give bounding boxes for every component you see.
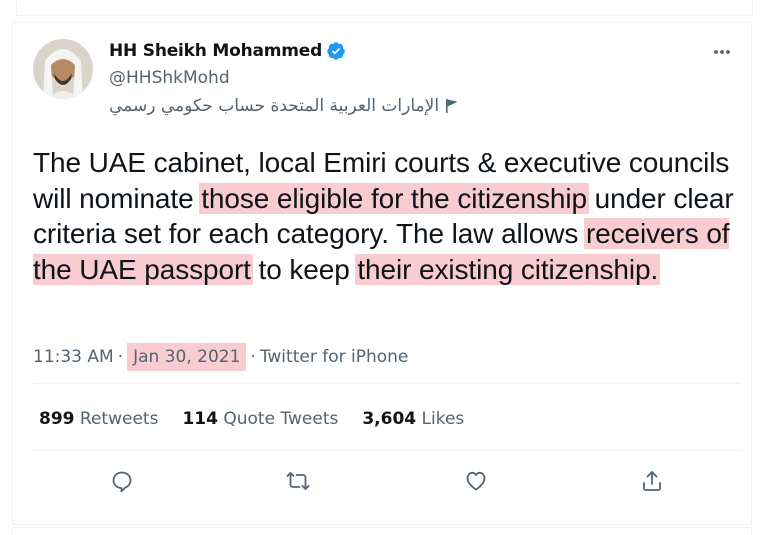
retweets-stat[interactable]: 899 Retweets	[39, 409, 158, 429]
tweet-metadata: 11:33 AM · Jan 30, 2021 · Twitter for iP…	[33, 343, 408, 371]
avatar[interactable]	[33, 39, 93, 99]
likes-stat[interactable]: 3,604 Likes	[362, 409, 464, 429]
government-label: الإمارات العربية المتحدة حساب حكومي رسمي	[109, 96, 459, 116]
affiliation-text: الإمارات العربية المتحدة حساب حكومي رسمي	[109, 96, 440, 116]
tweet-text-part: to keep	[250, 253, 358, 285]
quotes-count: 114	[182, 409, 218, 429]
tweet-text: The UAE cabinet, local Emiri courts & ex…	[33, 145, 745, 287]
author-handle[interactable]: @HHShkMohd	[109, 68, 230, 88]
tweet-card[interactable]: HH Sheikh Mohammed @HHShkMohd الإمارات ا…	[12, 22, 752, 525]
quotes-label: Quote Tweets	[223, 409, 339, 429]
previous-tweet-frame	[16, 0, 753, 16]
retweet-icon[interactable]	[286, 469, 310, 493]
tweet-source[interactable]: Twitter for iPhone	[260, 347, 409, 367]
flag-icon	[446, 99, 458, 113]
highlighted-text: those eligible for the citizenship	[199, 182, 589, 214]
like-icon[interactable]	[464, 469, 488, 493]
highlighted-text: their existing citizenship.	[355, 253, 661, 285]
quote-tweets-stat[interactable]: 114 Quote Tweets	[182, 409, 338, 429]
verified-badge-icon	[327, 42, 345, 60]
action-bar	[33, 463, 741, 499]
retweets-label: Retweets	[79, 409, 159, 429]
separator-dot: ·	[117, 347, 124, 367]
more-options-icon[interactable]	[709, 39, 735, 65]
tweet-time[interactable]: 11:33 AM	[33, 347, 114, 367]
likes-count: 3,604	[362, 409, 417, 429]
separator-dot: ·	[250, 347, 256, 367]
divider	[33, 383, 741, 384]
share-icon[interactable]	[640, 469, 664, 493]
divider	[33, 450, 741, 451]
tweet-date[interactable]: Jan 30, 2021	[127, 343, 247, 371]
engagement-stats: 899 Retweets 114 Quote Tweets 3,604 Like…	[39, 409, 488, 429]
next-tweet-frame	[12, 527, 752, 535]
likes-label: Likes	[421, 409, 465, 429]
retweets-count: 899	[39, 409, 75, 429]
reply-icon[interactable]	[110, 469, 134, 493]
author-name[interactable]: HH Sheikh Mohammed	[109, 41, 322, 61]
